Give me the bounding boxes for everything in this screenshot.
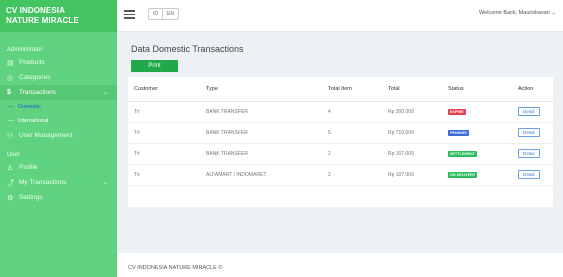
column-header-total-item: Total Item: [322, 77, 382, 102]
user-menu[interactable]: Welcome Back, Mauriskavan ⌄: [479, 10, 556, 16]
brand-line-2: NATURE MIRACLE: [6, 16, 79, 25]
user-icon: ♙: [7, 164, 14, 172]
column-header-total: Total: [382, 77, 442, 102]
table-row: Tri ALFAMART / INDOMARET 2 Rp 107.000 ON…: [128, 164, 553, 186]
cell-type: BANK TRANSFER: [200, 143, 322, 165]
brand-line-1: CV INDONESIA: [6, 6, 65, 15]
chevron-down-icon: ⌄: [551, 10, 556, 16]
chevron-down-icon: ⌄: [102, 90, 108, 96]
section-administrator: Administrator: [7, 47, 43, 53]
sidebar-item-categories[interactable]: ◎ Categories: [0, 70, 117, 85]
detail-button[interactable]: Detail: [518, 170, 540, 179]
cell-customer: Tri: [128, 143, 200, 165]
chevron-down-icon: ⌄: [102, 180, 108, 186]
topbar: ID EN Welcome Back, Mauriskavan ⌄: [117, 0, 563, 32]
sidebar-item-user-management[interactable]: ⚇ User Management: [0, 128, 117, 143]
grid-icon: ◎: [7, 74, 14, 82]
cell-total-item: 5: [322, 122, 382, 144]
detail-button[interactable]: Detail: [518, 128, 540, 137]
language-switcher: ID EN: [148, 8, 179, 20]
column-header-status: Status: [442, 77, 512, 102]
table-row: Tri BANK TRANSFER 5 Rp 710.000 PENDING D…: [128, 122, 553, 144]
sidebar-subitem-label: International: [18, 118, 49, 124]
cell-customer: Tri: [128, 164, 200, 186]
cell-total: Rp 710.000: [382, 122, 442, 144]
print-label: Print: [148, 63, 161, 69]
detail-button[interactable]: Detail: [518, 107, 540, 116]
cell-customer: Tri: [128, 101, 200, 123]
cell-total: Rp 300.000: [382, 101, 442, 123]
status-badge: SETTLEMENT: [448, 150, 477, 157]
dash-icon: —: [8, 104, 14, 110]
sidebar: CV INDONESIA NATURE MIRACLE Administrato…: [0, 0, 117, 277]
cell-total: Rp 107.000: [382, 164, 442, 186]
sidebar-item-label: Transactions: [19, 89, 56, 96]
transactions-table: Customer Type Total Item Total Status Ac…: [128, 77, 553, 186]
users-icon: ⚇: [7, 132, 14, 140]
column-header-action: Action: [512, 77, 553, 102]
welcome-text: Welcome Back, Mauriskavan: [479, 10, 550, 16]
sidebar-item-label: User Management: [19, 132, 73, 139]
chart-icon: ⤴: [7, 179, 14, 187]
cell-type: BANK TRANSFER: [200, 101, 322, 123]
lang-en-button[interactable]: EN: [162, 9, 178, 19]
sidebar-item-label: Products: [19, 59, 45, 66]
sidebar-item-transactions[interactable]: $ Transactions ⌄: [0, 85, 117, 100]
sidebar-item-label: My Transactions: [19, 179, 67, 186]
gear-icon: ⚙: [7, 194, 14, 202]
sidebar-item-label: Profile: [19, 164, 38, 171]
sidebar-subitem-international[interactable]: — International: [0, 114, 117, 128]
table-row: Tri BANK TRANSFER 4 Rp 300.000 EXPIRE De…: [128, 101, 553, 123]
table-header-row: Customer Type Total Item Total Status Ac…: [128, 77, 553, 102]
sidebar-item-label: Categories: [19, 74, 51, 81]
sidebar-item-profile[interactable]: ♙ Profile: [0, 160, 117, 175]
column-header-customer: Customer: [128, 77, 200, 102]
brand-logo[interactable]: CV INDONESIA NATURE MIRACLE: [0, 0, 117, 32]
sidebar-item-settings[interactable]: ⚙ Settings: [0, 190, 117, 205]
sidebar-item-products[interactable]: ▤ Products: [0, 55, 117, 70]
box-icon: ▤: [7, 59, 14, 67]
sidebar-subitem-label: Domestic: [18, 104, 41, 110]
status-badge: PENDING: [448, 129, 470, 136]
main-content: Data Domestic Transactions Print Custome…: [117, 33, 563, 253]
sidebar-item-my-transactions[interactable]: ⤴ My Transactions ⌄: [0, 175, 117, 190]
section-user: User: [7, 152, 20, 158]
cell-total-item: 2: [322, 164, 382, 186]
dollar-icon: $: [7, 89, 11, 96]
sidebar-item-label: Settings: [19, 194, 43, 201]
page-title: Data Domestic Transactions: [131, 44, 244, 54]
cell-total-item: 4: [322, 101, 382, 123]
footer: CV INDONESIA NATURE MIRACLE ©: [117, 253, 563, 277]
cell-total: Rp 107.000: [382, 143, 442, 165]
footer-text: CV INDONESIA NATURE MIRACLE ©: [128, 265, 223, 271]
cell-type: ALFAMART / INDOMARET: [200, 164, 322, 186]
cell-customer: Tri: [128, 122, 200, 144]
transactions-table-card: Customer Type Total Item Total Status Ac…: [128, 77, 553, 207]
status-badge: ON DELIVERY: [448, 171, 478, 178]
sidebar-subitem-domestic[interactable]: — Domestic: [0, 100, 117, 114]
lang-id-button[interactable]: ID: [149, 9, 162, 19]
detail-button[interactable]: Detail: [518, 149, 540, 158]
hamburger-menu-icon[interactable]: [124, 10, 135, 21]
cell-type: BANK TRANSFER: [200, 122, 322, 144]
print-button[interactable]: Print: [131, 60, 178, 72]
column-header-type: Type: [200, 77, 322, 102]
table-row: Tri BANK TRANSFER 2 Rp 107.000 SETTLEMEN…: [128, 143, 553, 165]
cell-total-item: 2: [322, 143, 382, 165]
status-badge: EXPIRE: [448, 108, 466, 115]
dash-icon: —: [8, 118, 14, 124]
